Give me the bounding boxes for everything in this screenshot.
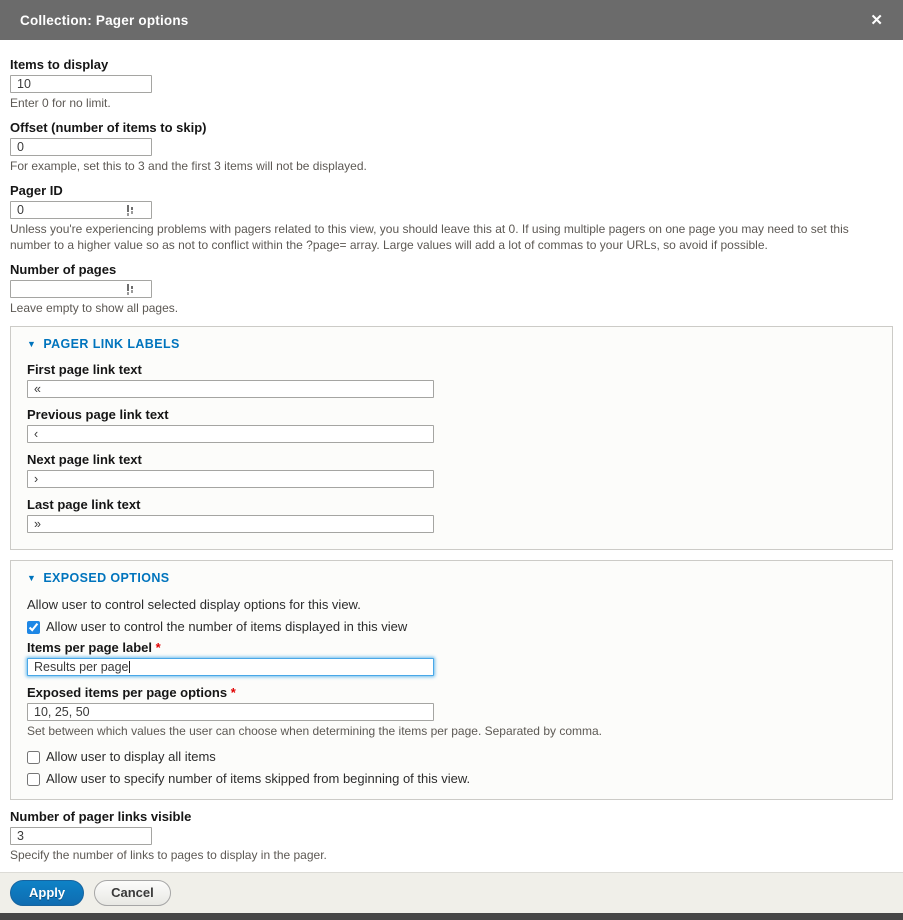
pager-id-help: Unless you're experiencing problems with…	[10, 221, 885, 253]
pager-link-labels-legend-text: PAGER LINK LABELS	[43, 337, 179, 351]
exposed-options-legend-text: EXPOSED OPTIONS	[43, 571, 169, 585]
page-background-strip	[0, 913, 903, 920]
specify-skipped-checkbox[interactable]	[27, 773, 40, 786]
items-to-display-help: Enter 0 for no limit.	[10, 95, 893, 111]
collapse-arrow-icon: ▼	[27, 573, 36, 583]
pager-links-visible-help: Specify the number of links to pages to …	[10, 847, 893, 863]
items-per-page-label-input[interactable]	[27, 658, 434, 676]
control-items-checkbox-row: Allow user to control the number of item…	[27, 619, 876, 635]
cancel-button[interactable]: Cancel	[94, 880, 171, 906]
pager-link-labels-fieldset: ▼PAGER LINK LABELS First page link text …	[10, 326, 893, 550]
number-spinner-icon[interactable]	[126, 205, 135, 216]
dialog-title: Collection: Pager options	[20, 13, 189, 28]
items-to-display-field-group: Items to display Enter 0 for no limit.	[10, 58, 893, 111]
items-to-display-input[interactable]	[10, 75, 152, 93]
pager-links-visible-field-group: Number of pager links visible Specify th…	[10, 810, 893, 863]
display-all-checkbox-row: Allow user to display all items	[27, 749, 876, 765]
next-page-link-label: Next page link text	[27, 453, 876, 467]
items-to-display-label: Items to display	[10, 58, 893, 72]
control-items-checkbox[interactable]	[27, 621, 40, 634]
offset-label: Offset (number of items to skip)	[10, 121, 893, 135]
pager-id-label: Pager ID	[10, 184, 893, 198]
last-page-link-input[interactable]	[27, 515, 434, 533]
previous-page-link-label: Previous page link text	[27, 408, 876, 422]
last-page-link-field-group: Last page link text	[27, 498, 876, 533]
number-of-pages-field-group: Number of pages Leave empty to show all …	[10, 263, 893, 316]
dialog-footer: Apply Cancel	[0, 872, 903, 913]
last-page-link-label: Last page link text	[27, 498, 876, 512]
text-caret	[129, 661, 130, 673]
offset-field-group: Offset (number of items to skip) For exa…	[10, 121, 893, 174]
required-asterisk: *	[156, 640, 161, 655]
display-all-checkbox-label: Allow user to display all items	[46, 749, 216, 765]
exposed-options-description: Allow user to control selected display o…	[27, 597, 876, 613]
pager-links-visible-label: Number of pager links visible	[10, 810, 893, 824]
required-asterisk: *	[231, 685, 236, 700]
offset-input[interactable]	[10, 138, 152, 156]
apply-button[interactable]: Apply	[10, 880, 84, 906]
specify-skipped-checkbox-label: Allow user to specify number of items sk…	[46, 771, 470, 787]
previous-page-link-input[interactable]	[27, 425, 434, 443]
exposed-items-options-help: Set between which values the user can ch…	[27, 723, 876, 739]
dialog-header: Collection: Pager options ✕	[0, 0, 903, 40]
collapse-arrow-icon: ▼	[27, 339, 36, 349]
first-page-link-field-group: First page link text	[27, 363, 876, 398]
close-icon[interactable]: ✕	[866, 11, 887, 30]
specify-skipped-checkbox-row: Allow user to specify number of items sk…	[27, 771, 876, 787]
exposed-items-options-field-group: Exposed items per page options * Set bet…	[27, 686, 876, 739]
first-page-link-input[interactable]	[27, 380, 434, 398]
items-per-page-label-label: Items per page label *	[27, 641, 876, 655]
pager-options-dialog: Collection: Pager options ✕ Items to dis…	[0, 0, 903, 920]
items-per-page-label-field-group: Items per page label *	[27, 641, 876, 676]
pager-link-labels-legend[interactable]: ▼ PAGER LINK LABELS	[27, 337, 876, 353]
exposed-options-fieldset: ▼ EXPOSED OPTIONS Allow user to control s…	[10, 560, 893, 800]
number-spinner-icon[interactable]	[126, 284, 135, 295]
previous-page-link-field-group: Previous page link text	[27, 408, 876, 443]
pager-id-field-group: Pager ID Unless you're experiencing prob…	[10, 184, 893, 253]
offset-help: For example, set this to 3 and the first…	[10, 158, 893, 174]
dialog-content: Items to display Enter 0 for no limit. O…	[0, 40, 903, 863]
next-page-link-field-group: Next page link text	[27, 453, 876, 488]
exposed-options-legend[interactable]: ▼ EXPOSED OPTIONS	[27, 571, 876, 587]
display-all-checkbox[interactable]	[27, 751, 40, 764]
number-of-pages-label: Number of pages	[10, 263, 893, 277]
exposed-items-options-input[interactable]	[27, 703, 434, 721]
next-page-link-input[interactable]	[27, 470, 434, 488]
first-page-link-label: First page link text	[27, 363, 876, 377]
number-of-pages-help: Leave empty to show all pages.	[10, 300, 893, 316]
exposed-items-options-label: Exposed items per page options *	[27, 686, 876, 700]
pager-links-visible-input[interactable]	[10, 827, 152, 845]
control-items-checkbox-label: Allow user to control the number of item…	[46, 619, 407, 635]
